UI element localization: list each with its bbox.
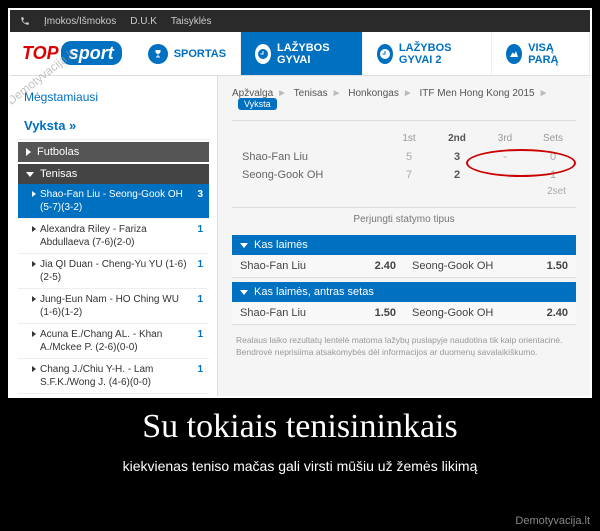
- arrow-icon: [32, 296, 36, 302]
- match-item[interactable]: Chang J./Chiu Y-H. - Lam S.F.K./Wong J. …: [18, 359, 209, 394]
- match-item[interactable]: Jia QI Duan - Cheng-Yu YU (1-6)(2-5) 1: [18, 254, 209, 289]
- crumb[interactable]: Honkongas: [348, 88, 399, 99]
- arrow-icon: [32, 331, 36, 337]
- tab-label: LAŽYBOS GYVAI: [277, 42, 348, 66]
- bet-name: Seong-Gook OH: [412, 307, 493, 319]
- bet-odd: 2.40: [375, 260, 396, 272]
- screenshot-frame: Įmokos/Išmokos D.U.K Taisyklės TOPsport …: [8, 8, 592, 398]
- bet-option[interactable]: Shao-Fan Liu 1.50: [232, 302, 404, 324]
- match-count: 1: [193, 258, 203, 271]
- content-area: Mėgstamiausi Vyksta » Futbolas Tenisas S…: [10, 76, 590, 396]
- match-item[interactable]: Pei-Chi Lee - Yeong Won Jeong: [18, 394, 209, 396]
- trophy-icon: [148, 44, 168, 64]
- switch-bet-types[interactable]: Perjungti statymo tipus: [232, 207, 576, 231]
- tab-label: SPORTAS: [174, 48, 226, 60]
- bet-title: Kas laimės: [254, 239, 308, 251]
- match-text: Shao-Fan Liu - Seong-Gook OH (5-7)(3-2): [40, 188, 189, 214]
- watermark-bottom: Demotyvacija.lt: [515, 515, 590, 527]
- bet-option[interactable]: Seong-Gook OH 2.40: [404, 302, 576, 324]
- match-count: 3: [193, 188, 203, 201]
- match-item[interactable]: Acuna E./Chang AL. - Khan A./Mckee P. (2…: [18, 324, 209, 359]
- tab-lazybos-gyvai-2[interactable]: LAŽYBOS GYVAI 2: [363, 32, 492, 75]
- match-count: 1: [193, 363, 203, 376]
- bet-title: Kas laimės, antras setas: [254, 286, 374, 298]
- top-utility-bar: Įmokos/Išmokos D.U.K Taisyklės: [10, 10, 590, 32]
- clock-icon: [255, 44, 271, 64]
- arrow-icon: [32, 191, 36, 197]
- crumb[interactable]: Tenisas: [294, 88, 328, 99]
- caption-title: Su tokiais tenisininkais: [0, 408, 600, 446]
- breadcrumb: Apžvalga► Tenisas► Honkongas► ITF Men Ho…: [232, 88, 576, 121]
- crumb[interactable]: ITF Men Hong Kong 2015: [420, 88, 535, 99]
- clock-icon: [377, 44, 393, 64]
- caption-subtitle: kiekvienas teniso mačas gali virsti mūši…: [0, 458, 600, 474]
- live-badge: Vyksta: [238, 98, 277, 110]
- sidebar: Mėgstamiausi Vyksta » Futbolas Tenisas S…: [10, 76, 218, 396]
- topbar-link-1[interactable]: Įmokos/Išmokos: [44, 16, 116, 27]
- player-name: Seong-Gook OH: [242, 169, 374, 181]
- score: 5: [396, 151, 422, 163]
- set-indicator: 2set: [232, 184, 576, 207]
- horse-icon: [506, 44, 522, 64]
- match-text: Jia QI Duan - Cheng-Yu YU (1-6)(2-5): [40, 258, 189, 284]
- player-name: Shao-Fan Liu: [242, 151, 374, 163]
- bet-option[interactable]: Seong-Gook OH 1.50: [404, 255, 576, 277]
- bet-row: Shao-Fan Liu 1.50 Seong-Gook OH 2.40: [232, 302, 576, 325]
- highlight-circle: [466, 149, 576, 177]
- main-panel: Apžvalga► Tenisas► Honkongas► ITF Men Ho…: [218, 76, 590, 396]
- match-item[interactable]: Shao-Fan Liu - Seong-Gook OH (5-7)(3-2) 3: [18, 184, 209, 219]
- bet-name: Seong-Gook OH: [412, 260, 493, 272]
- main-header: TOPsport SPORTAS LAŽYBOS GYVAI LAŽYBOS G…: [10, 32, 590, 76]
- tab-sportas[interactable]: SPORTAS: [134, 32, 241, 75]
- arrow-icon: [32, 226, 36, 232]
- category-tenisas[interactable]: Tenisas: [18, 164, 209, 184]
- bet-odd: 1.50: [375, 307, 396, 319]
- favorites-heading[interactable]: Mėgstamiausi: [18, 86, 209, 108]
- chevron-down-icon: [26, 172, 34, 177]
- match-count: 1: [193, 328, 203, 341]
- bet-name: Shao-Fan Liu: [240, 260, 306, 272]
- bet-option[interactable]: Shao-Fan Liu 2.40: [232, 255, 404, 277]
- category-label: Tenisas: [40, 168, 77, 180]
- category-futbolas[interactable]: Futbolas: [18, 142, 209, 162]
- chevron-down-icon: [240, 243, 248, 248]
- col-3rd: 3rd: [492, 133, 518, 144]
- col-sets: Sets: [540, 133, 566, 144]
- bet-section-2-header[interactable]: Kas laimės, antras setas: [232, 282, 576, 302]
- bet-odd: 2.40: [547, 307, 568, 319]
- arrow-icon: [32, 261, 36, 267]
- match-item[interactable]: Alexandra Riley - Fariza Abdullaeva (7-6…: [18, 219, 209, 254]
- match-count: 1: [193, 223, 203, 236]
- score: 2: [444, 169, 470, 181]
- match-text: Chang J./Chiu Y-H. - Lam S.F.K./Wong J. …: [40, 363, 189, 389]
- match-item[interactable]: Jung-Eun Nam - HO Ching WU (1-6)(1-2) 1: [18, 289, 209, 324]
- tab-label: VISĄ PARĄ: [528, 42, 575, 66]
- topbar-link-3[interactable]: Taisyklės: [171, 16, 212, 27]
- bet-name: Shao-Fan Liu: [240, 307, 306, 319]
- col-2nd: 2nd: [444, 133, 470, 144]
- bet-odd: 1.50: [547, 260, 568, 272]
- arrow-icon: [32, 366, 36, 372]
- phone-icon: [20, 16, 30, 26]
- match-text: Acuna E./Chang AL. - Khan A./Mckee P. (2…: [40, 328, 189, 354]
- match-text: Jung-Eun Nam - HO Ching WU (1-6)(1-2): [40, 293, 189, 319]
- bet-row: Shao-Fan Liu 2.40 Seong-Gook OH 1.50: [232, 255, 576, 278]
- caption: Su tokiais tenisininkais kiekvienas teni…: [0, 408, 600, 474]
- bet-section-1-header[interactable]: Kas laimės: [232, 235, 576, 255]
- tab-visa-para[interactable]: VISĄ PARĄ: [492, 32, 590, 75]
- topbar-link-2[interactable]: D.U.K: [130, 16, 157, 27]
- score-header: 1st 2nd 3rd Sets: [232, 121, 576, 148]
- disclaimer-text: Realaus laiko rezultatų lentelė matoma l…: [232, 325, 576, 359]
- col-1st: 1st: [396, 133, 422, 144]
- tab-lazybos-gyvai[interactable]: LAŽYBOS GYVAI: [241, 32, 363, 75]
- match-count: 1: [193, 293, 203, 306]
- chevron-down-icon: [240, 290, 248, 295]
- category-label: Futbolas: [37, 146, 79, 158]
- vyksta-heading[interactable]: Vyksta »: [18, 108, 209, 140]
- chevron-right-icon: [26, 148, 31, 156]
- tab-label: LAŽYBOS GYVAI 2: [399, 42, 477, 66]
- match-text: Alexandra Riley - Fariza Abdullaeva (7-6…: [40, 223, 189, 249]
- score: 7: [396, 169, 422, 181]
